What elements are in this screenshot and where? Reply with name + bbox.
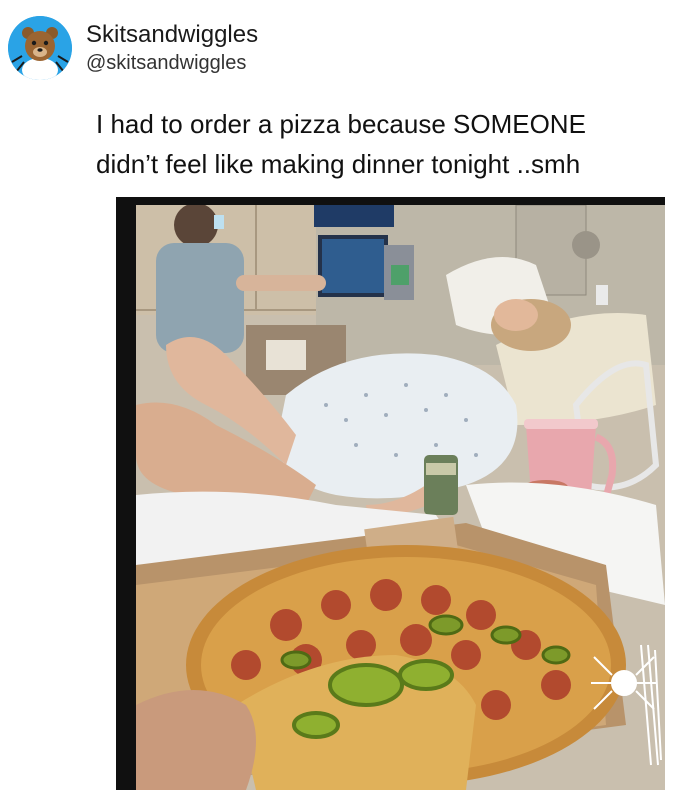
tweet-text: I had to order a pizza because SOMEONE d…	[96, 104, 686, 184]
bear-mascot-icon	[8, 16, 72, 80]
user-handle[interactable]: @skitsandwiggles	[86, 50, 258, 76]
display-name[interactable]: Skitsandwiggles	[86, 20, 258, 50]
photo-illustration	[136, 205, 665, 790]
hospital-room-pizza-photo[interactable]	[136, 205, 665, 790]
tweet-header: Skitsandwiggles @skitsandwiggles	[8, 8, 258, 88]
tweet-text-line-2: didn’t feel like making dinner tonight .…	[96, 149, 581, 179]
avatar[interactable]	[8, 16, 72, 80]
tweet-text-line-1: I had to order a pizza because SOMEONE	[96, 109, 586, 139]
photo-frame	[116, 197, 665, 790]
